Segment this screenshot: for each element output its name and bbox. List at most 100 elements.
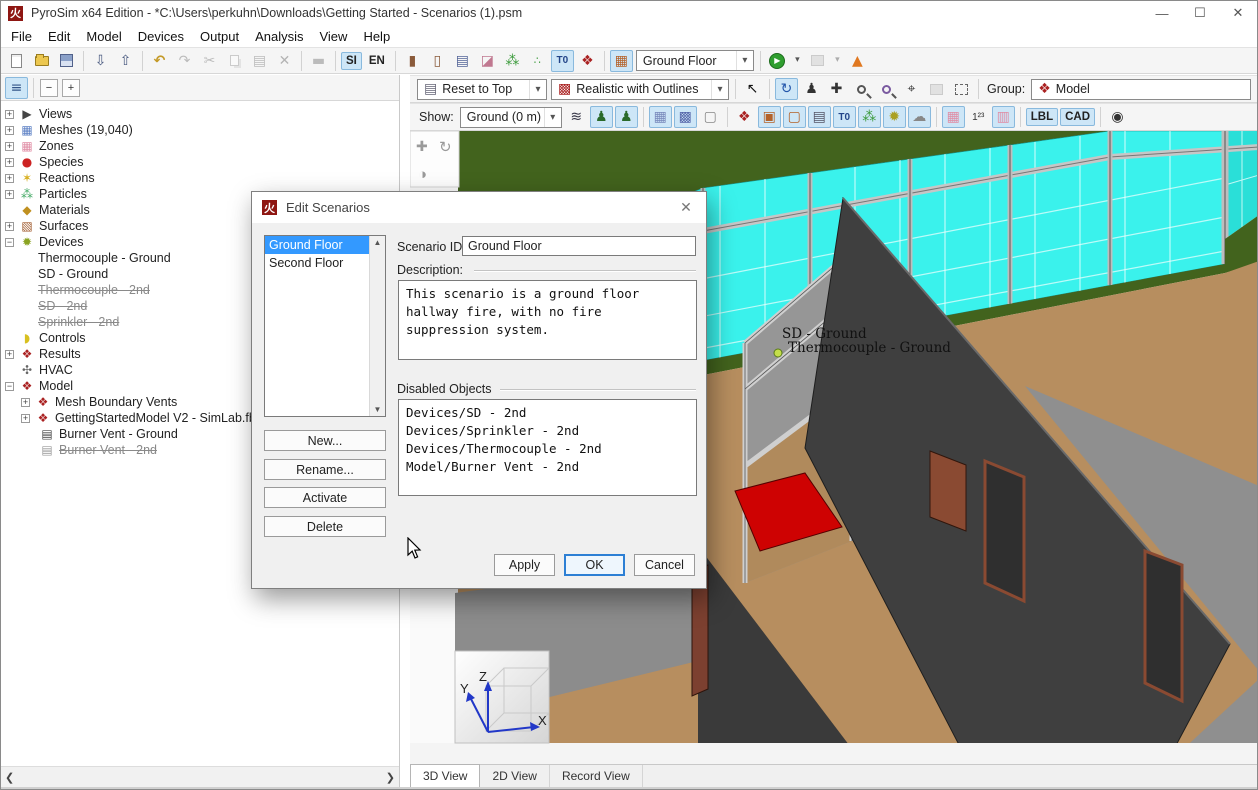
activate-scenario-button[interactable]: Activate [264,487,386,508]
tree-item-sd-2nd[interactable]: SD - 2nd [38,298,87,314]
nav-pan-icon[interactable]: ✚ [416,138,428,154]
tree-item-burner-vent-ground[interactable]: ▤Burner Vent - Ground [39,426,178,442]
new-device-tool-button[interactable]: T0 [551,50,574,72]
menu-devices[interactable]: Devices [130,27,192,46]
new-record-tool-button[interactable]: ▤ [451,50,474,72]
new-scenario-button[interactable]: New... [264,430,386,451]
floor-level-combo[interactable]: Ground (0 m) ▾ [460,107,562,128]
scenario-list-scrollbar[interactable]: ▲ ▼ [369,236,385,416]
nav-sphere-icon[interactable]: ◑ [418,166,427,183]
tree-item-sd-ground[interactable]: SD - Ground [38,266,108,282]
new-hole-tool-button[interactable]: ▯ [426,50,449,72]
open-file-button[interactable] [30,50,53,72]
filter-tree-button[interactable]: ≡ [5,77,28,99]
tree-item-results[interactable]: +❖Results [5,346,81,362]
cut-button[interactable]: ✂ [198,50,221,72]
ok-button[interactable]: OK [564,554,625,576]
minimize-button[interactable]: — [1143,1,1181,25]
zoom-tool-button[interactable] [850,78,873,100]
menu-analysis[interactable]: Analysis [247,27,311,46]
show-sprinklers-button[interactable]: ✹ [883,106,906,128]
tree-item-meshes[interactable]: +▦Meshes (19,040) [5,122,133,138]
show-records-button[interactable]: ▤ [808,106,831,128]
zoom-to-target-button[interactable]: ⌖ [900,78,923,100]
tree-item-thermocouple-ground[interactable]: Thermocouple - Ground [38,250,171,266]
tree-item-sprinkler-2nd[interactable]: Sprinkler - 2nd [38,314,119,330]
apply-button[interactable]: Apply [494,554,555,576]
show-people-button[interactable]: ♟ [590,106,613,128]
show-particles-button[interactable]: ⁂ [858,106,881,128]
tree-item-controls[interactable]: ◗Controls [19,330,86,346]
run-simulation-button[interactable]: ▶ [766,50,789,72]
scroll-left-icon[interactable]: ❮ [5,771,14,784]
tree-item-species[interactable]: +●Species [5,154,83,170]
show-vents-button[interactable]: ▣ [758,106,781,128]
tree-item-devices[interactable]: −✹Devices [5,234,83,250]
viewport-nav-palette[interactable]: ✚ ↻ ◑ [410,131,459,187]
view-results-button[interactable] [806,50,829,72]
menu-help[interactable]: Help [355,27,398,46]
new-particle-tool-button[interactable]: ∴ [526,50,549,72]
undo-button[interactable]: ↶ [148,50,171,72]
tab-3d-view[interactable]: 3D View [410,764,480,787]
tree-item-model[interactable]: −❖Model [5,378,73,394]
copy-button[interactable] [223,50,246,72]
scenario-list-item-ground[interactable]: Ground Floor [265,236,370,254]
menu-edit[interactable]: Edit [40,27,78,46]
export-button[interactable]: ⇧ [114,50,137,72]
scroll-right-icon[interactable]: ❯ [386,771,395,784]
show-zones-button[interactable]: ▦ [942,106,965,128]
show-devices-button[interactable]: T0 [833,106,856,128]
tree-item-views[interactable]: +▶Views [5,106,72,122]
scenario-list-item-second[interactable]: Second Floor [265,254,370,272]
new-file-button[interactable] [5,50,28,72]
menu-model[interactable]: Model [78,27,129,46]
tree-item-reactions[interactable]: +✶Reactions [5,170,95,186]
delete-button[interactable]: ✕ [273,50,296,72]
record-view-button[interactable]: ◉ [1106,106,1129,128]
show-holes-button[interactable]: ▢ [783,106,806,128]
tree-item-thermocouple-2nd[interactable]: Thermocouple - 2nd [38,282,150,298]
menu-output[interactable]: Output [192,27,247,46]
show-slabs-button[interactable]: ▥ [992,106,1015,128]
scenario-combo[interactable]: Ground Floor ▾ [636,50,754,71]
show-labels-toggle[interactable]: LBL [1026,108,1058,126]
new-particle-cloud-tool-button[interactable]: ⁂ [501,50,524,72]
show-people-labels-button[interactable]: ♟ [615,106,638,128]
scroll-down-icon[interactable]: ▼ [374,405,382,414]
tree-item-hvac[interactable]: ✣HVAC [19,362,73,378]
scenario-manager-button[interactable]: ▦ [610,50,633,72]
orbit-tool-button[interactable]: ↻ [775,78,798,100]
select-region-button[interactable] [950,78,973,100]
import-button[interactable]: ⇩ [89,50,112,72]
new-door-tool-button[interactable]: ▮ [401,50,424,72]
nav-orbit-icon[interactable]: ↻ [439,139,452,156]
tab-2d-view[interactable]: 2D View [480,765,549,787]
new-obstruction-tool-button[interactable]: ❖ [576,50,599,72]
walk-tool-button[interactable]: ♟ [800,78,823,100]
close-button[interactable]: ✕ [1219,1,1257,25]
show-coordinates-button[interactable]: 1²³ [967,106,990,128]
tree-item-materials[interactable]: ◆Materials [19,202,90,218]
pan-tool-button[interactable]: ✚ [825,78,848,100]
reset-view-combo[interactable]: ▤ Reset to Top ▾ [417,79,547,100]
maximize-button[interactable]: ☐ [1181,1,1219,25]
rename-scenario-button[interactable]: Rename... [264,459,386,480]
wireframe-mode-button[interactable]: ▦ [649,106,672,128]
note-button[interactable]: ▬ [307,50,330,72]
new-slice-tool-button[interactable]: ◪ [476,50,499,72]
smokeview-button[interactable]: ▲ [846,50,869,72]
run-dropdown-button[interactable]: ▾ [791,50,804,72]
collapse-all-button[interactable]: − [40,79,58,97]
select-tool-button[interactable]: ↖ [741,78,764,100]
tree-item-gettingstartedmodel[interactable]: +❖GettingStartedModel V2 - SimLab.fbx [21,410,262,426]
menu-view[interactable]: View [311,27,355,46]
cancel-button[interactable]: Cancel [634,554,695,576]
dialog-close-icon[interactable]: ✕ [666,192,706,223]
clip-tool-button[interactable] [925,78,948,100]
en-units-toggle[interactable]: EN [364,52,390,70]
group-combo[interactable]: ❖ Model [1031,79,1251,100]
save-file-button[interactable] [55,50,78,72]
tree-item-surfaces[interactable]: +▧Surfaces [5,218,88,234]
scroll-up-icon[interactable]: ▲ [374,238,382,247]
